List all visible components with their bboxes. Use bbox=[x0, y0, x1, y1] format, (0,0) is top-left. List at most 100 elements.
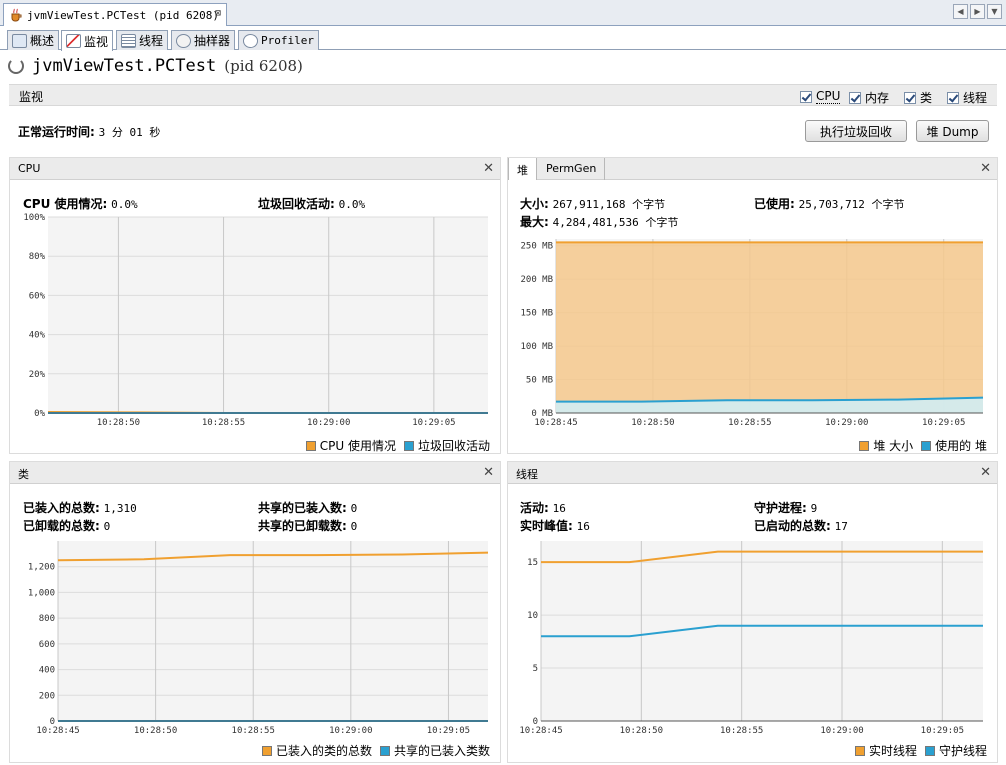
x-tick-label: 10:28:45 bbox=[519, 726, 562, 736]
tab-permgen[interactable]: PermGen bbox=[538, 158, 606, 180]
monitor-icon bbox=[66, 34, 81, 48]
gc-activity-stat: 垃圾回收活动: 0.0% bbox=[258, 197, 366, 211]
tab-sampler[interactable]: 抽样器 bbox=[171, 30, 236, 50]
x-tick-label: 10:29:00 bbox=[825, 418, 868, 428]
classes-panel: 类 ✕ 已装入的总数: 1,310 共享的已装入数: 0 已卸载的总数: 0 共享… bbox=[9, 461, 501, 763]
y-tick-label: 800 bbox=[39, 614, 55, 624]
app-name: jvmViewTest.PCTest bbox=[32, 56, 217, 76]
y-tick-label: 40% bbox=[29, 331, 46, 341]
x-tick-label: 10:28:45 bbox=[36, 726, 79, 736]
y-tick-label: 150 MB bbox=[520, 309, 553, 319]
document-tab[interactable]: jvmViewTest.PCTest (pid 6208) ⊠ bbox=[3, 3, 227, 26]
threads-chart: 15105010:28:45 10:28:50 10:28:55 10:29:00 10… bbox=[519, 541, 983, 736]
x-tick-label: 10:28:55 bbox=[232, 726, 275, 736]
checkbox-icon bbox=[947, 91, 959, 104]
x-tick-label: 10:28:55 bbox=[202, 418, 245, 428]
panel-title: 线程 bbox=[516, 468, 538, 481]
y-tick-label: 1,200 bbox=[28, 563, 55, 573]
x-tick-label: 10:28:55 bbox=[720, 726, 763, 736]
close-icon[interactable]: ⊠ bbox=[215, 8, 221, 19]
threads-panel: 线程 ✕ 活动: 16 守护进程: 9 实时峰值: 16 已启动的总数: 17 1… bbox=[507, 461, 998, 763]
shared-unloaded-stat: 共享的已卸载数: 0 bbox=[258, 519, 358, 533]
loaded-total-stat: 已装入的总数: 1,310 bbox=[23, 501, 137, 515]
x-tick-label: 10:29:05 bbox=[427, 726, 470, 736]
x-tick-label: 10:29:05 bbox=[921, 726, 964, 736]
y-tick-label: 50 MB bbox=[526, 376, 553, 386]
legend-swatch bbox=[854, 745, 865, 756]
peak-threads-stat: 实时峰值: 16 bbox=[520, 519, 590, 533]
daemon-threads-stat: 守护进程: 9 bbox=[754, 501, 818, 515]
y-tick-label: 5 bbox=[533, 664, 538, 674]
x-tick-label: 10:29:00 bbox=[820, 726, 863, 736]
y-tick-label: 0% bbox=[34, 409, 45, 419]
close-icon[interactable]: ✕ bbox=[980, 465, 991, 480]
y-tick-label: 60% bbox=[29, 291, 46, 301]
section-label: 监视 bbox=[19, 90, 44, 104]
close-icon[interactable]: ✕ bbox=[980, 161, 991, 176]
java-cup-icon bbox=[9, 8, 23, 22]
heap-size-stat: 大小: 267,911,168 个字节 bbox=[520, 197, 666, 211]
loading-spinner-icon bbox=[8, 58, 24, 74]
y-tick-label: 200 MB bbox=[520, 275, 553, 285]
heap-dump-button[interactable]: 堆 Dump bbox=[916, 120, 989, 142]
started-threads-stat: 已启动的总数: 17 bbox=[754, 519, 848, 533]
y-tick-label: 100% bbox=[23, 213, 45, 223]
heap-legend: 堆 大小 使用的 堆 bbox=[851, 437, 987, 454]
x-tick-label: 10:28:50 bbox=[97, 418, 140, 428]
x-tick-label: 10:28:50 bbox=[631, 418, 674, 428]
threads-icon bbox=[121, 33, 136, 48]
checkbox-cpu[interactable]: CPU bbox=[800, 89, 841, 104]
shared-loaded-stat: 共享的已装入数: 0 bbox=[258, 501, 358, 515]
legend-swatch bbox=[921, 440, 932, 451]
y-tick-label: 400 bbox=[39, 666, 55, 676]
cpu-panel: CPU ✕ CPU 使用情况: 0.0% 垃圾回收活动: 0.0% 100% 80%… bbox=[9, 157, 501, 454]
legend-swatch bbox=[261, 745, 272, 756]
panel-title: 类 bbox=[18, 468, 29, 481]
x-tick-label: 10:28:50 bbox=[620, 726, 663, 736]
y-tick-label: 250 MB bbox=[520, 242, 553, 252]
tab-monitor[interactable]: 监视 bbox=[61, 30, 114, 51]
legend-swatch bbox=[403, 440, 414, 451]
tab-list-icon[interactable]: ▼ bbox=[987, 4, 1002, 19]
monitor-section-bar: 监视 CPU 内存 类 线程 bbox=[9, 84, 997, 106]
series-area bbox=[556, 242, 983, 413]
threads-legend: 实时线程 守护线程 bbox=[847, 742, 987, 759]
unloaded-total-stat: 已卸载的总数: 0 bbox=[23, 519, 111, 533]
checkbox-classes[interactable]: 类 bbox=[904, 89, 932, 106]
perform-gc-button[interactable]: 执行垃圾回收 bbox=[805, 120, 907, 142]
tab-overview[interactable]: 概述 bbox=[7, 30, 60, 50]
y-tick-label: 200 bbox=[39, 691, 55, 701]
legend-swatch bbox=[859, 440, 870, 451]
page-title: jvmViewTest.PCTest (pid 6208) bbox=[8, 56, 303, 76]
plot-area bbox=[48, 217, 488, 413]
checkbox-icon bbox=[849, 91, 861, 104]
y-tick-label: 20% bbox=[29, 370, 46, 380]
checkbox-threads[interactable]: 线程 bbox=[947, 89, 987, 106]
classes-legend: 已装入的类的总数 共享的已装入类数 bbox=[254, 742, 490, 759]
close-icon[interactable]: ✕ bbox=[483, 161, 494, 176]
checkbox-icon bbox=[800, 90, 812, 103]
x-tick-label: 10:28:50 bbox=[134, 726, 177, 736]
cpu-usage-stat: CPU 使用情况: 0.0% bbox=[23, 197, 138, 211]
heap-max-stat: 最大: 4,284,481,536 个字节 bbox=[520, 215, 679, 229]
x-tick-label: 10:29:05 bbox=[412, 418, 455, 428]
scroll-right-icon[interactable]: ▶ bbox=[970, 4, 985, 19]
cpu-chart: 100% 80% 60% 40% 20% 0% 10:28:50 10:28:55 10:29:… bbox=[23, 213, 488, 428]
y-tick-label: 80% bbox=[29, 252, 46, 262]
plot-area bbox=[58, 541, 488, 721]
checkbox-memory[interactable]: 内存 bbox=[849, 89, 889, 106]
tab-profiler[interactable]: Profiler bbox=[238, 30, 319, 50]
classes-chart: 1,2001,000800600400200010:28:45 10:28:50 1… bbox=[28, 541, 489, 736]
tab-heap[interactable]: 堆 bbox=[508, 158, 537, 180]
x-tick-label: 10:29:00 bbox=[329, 726, 372, 736]
live-threads-stat: 活动: 16 bbox=[520, 501, 566, 515]
tab-threads[interactable]: 线程 bbox=[116, 30, 169, 50]
plot-area bbox=[541, 541, 983, 721]
legend-swatch bbox=[379, 745, 390, 756]
x-tick-label: 10:29:05 bbox=[922, 418, 965, 428]
legend-swatch bbox=[305, 440, 316, 451]
checkbox-icon bbox=[904, 91, 916, 104]
sampler-icon bbox=[176, 33, 191, 48]
close-icon[interactable]: ✕ bbox=[483, 465, 494, 480]
scroll-left-icon[interactable]: ◀ bbox=[953, 4, 968, 19]
